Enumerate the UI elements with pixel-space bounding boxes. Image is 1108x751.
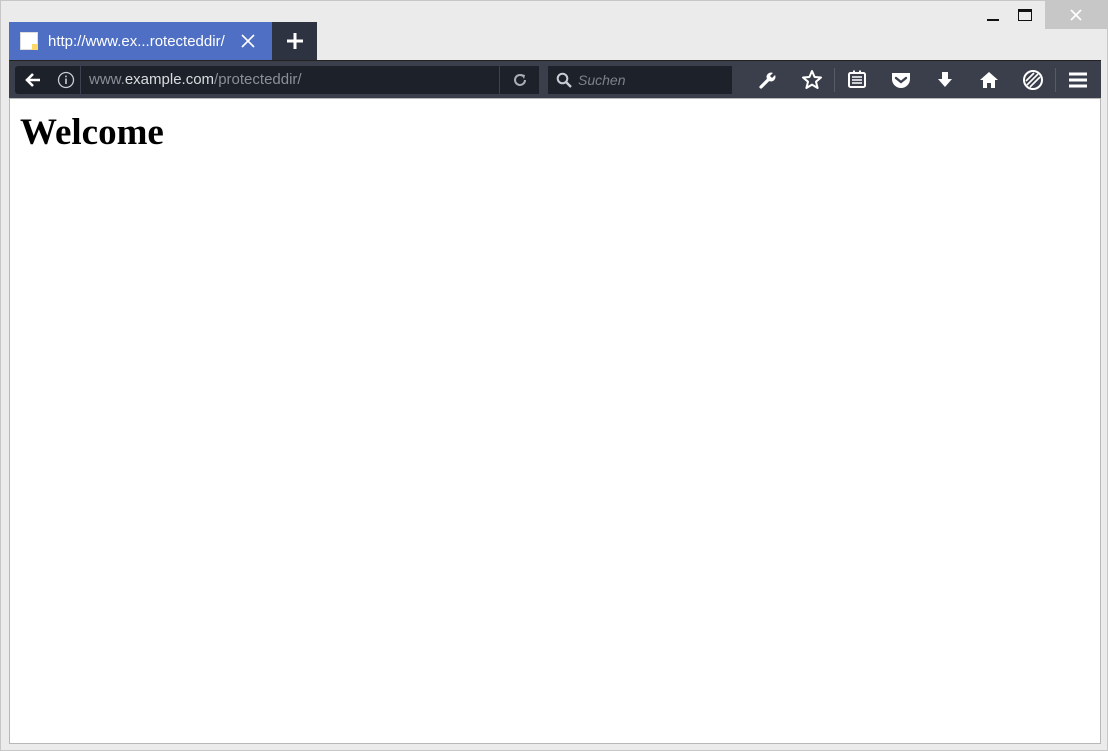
search-placeholder: Suchen <box>578 71 626 88</box>
navigation-toolbar: www.example.com/protecteddir/ Suchen <box>9 60 1101 98</box>
toolbar-icons <box>746 61 1100 99</box>
back-button[interactable] <box>15 65 51 94</box>
info-circle-icon <box>57 71 74 88</box>
developer-tools-button[interactable] <box>746 61 790 99</box>
url-host: example.com <box>124 71 215 88</box>
window-controls <box>975 1 1107 29</box>
download-icon <box>938 71 952 87</box>
star-icon <box>802 69 822 89</box>
wrench-icon <box>759 71 777 89</box>
search-icon <box>556 72 572 88</box>
sync-icon <box>1023 69 1043 90</box>
page-favicon-icon <box>20 32 38 50</box>
maximize-icon <box>1018 9 1032 21</box>
arrow-left-icon <box>25 72 40 87</box>
menu-button[interactable] <box>1056 61 1100 99</box>
close-icon <box>1070 9 1082 21</box>
url-path: /protecteddir/ <box>214 71 302 88</box>
reload-icon <box>513 73 526 86</box>
tab-close-button[interactable] <box>238 31 258 51</box>
sync-button[interactable] <box>1011 61 1055 99</box>
url-bar[interactable]: www.example.com/protecteddir/ <box>51 65 539 94</box>
pocket-icon <box>892 72 910 88</box>
new-tab-button[interactable] <box>272 22 317 60</box>
downloads-button[interactable] <box>923 61 967 99</box>
url-text[interactable]: www.example.com/protecteddir/ <box>81 71 499 88</box>
close-window-button[interactable] <box>1045 1 1107 29</box>
page-heading: Welcome <box>20 112 164 153</box>
tab-title: http://www.ex...rotecteddir/ <box>48 32 225 50</box>
reader-icon <box>848 70 866 88</box>
menu-icon <box>1069 72 1087 87</box>
tab-strip: http://www.ex...rotecteddir/ <box>9 22 317 60</box>
close-icon <box>241 34 255 48</box>
reload-button[interactable] <box>499 65 539 94</box>
maximize-button[interactable] <box>1011 1 1039 29</box>
tab-active[interactable]: http://www.ex...rotecteddir/ <box>9 22 272 60</box>
page-content: Welcome <box>9 98 1101 744</box>
home-icon <box>980 71 998 88</box>
pocket-button[interactable] <box>879 61 923 99</box>
minimize-icon <box>987 19 999 21</box>
url-prefix: www. <box>89 71 125 88</box>
site-info-icon[interactable] <box>51 65 81 94</box>
browser-window: http://www.ex...rotecteddir/ www.example… <box>0 0 1108 751</box>
bookmark-star-button[interactable] <box>790 61 834 99</box>
home-button[interactable] <box>967 61 1011 99</box>
plus-icon <box>286 33 303 49</box>
minimize-button[interactable] <box>979 1 1007 29</box>
bookmarks-list-button[interactable] <box>835 61 879 99</box>
search-box[interactable]: Suchen <box>548 65 732 94</box>
